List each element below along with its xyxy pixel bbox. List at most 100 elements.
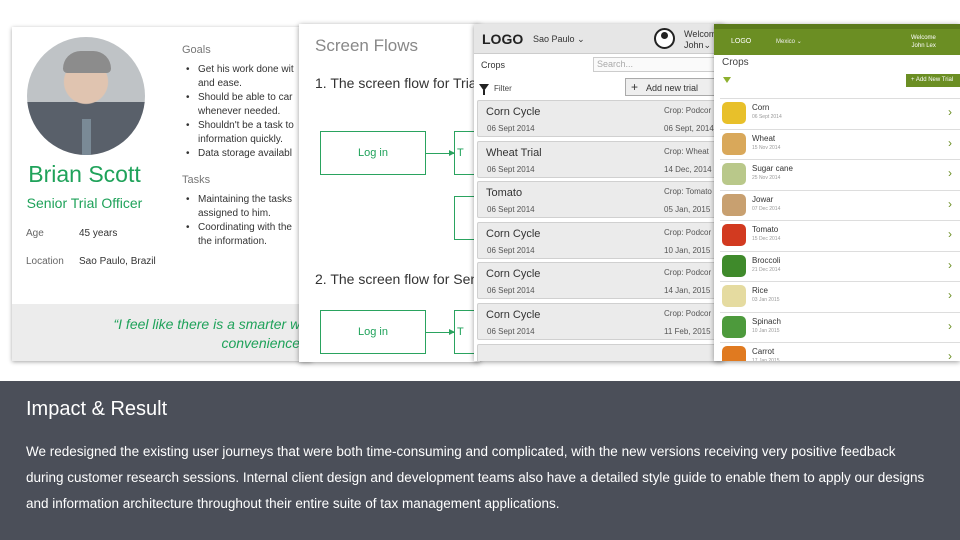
trial-title: Corn Cycle bbox=[486, 228, 541, 240]
trial-date-2: 10 Jan, 2015 bbox=[664, 246, 711, 255]
plus-icon: + bbox=[911, 77, 915, 83]
welcome-user: John bbox=[684, 40, 704, 50]
trial-date-2: 06 Sept, 2014 bbox=[664, 124, 714, 133]
trial-date: 06 Sept 2014 bbox=[487, 246, 535, 255]
city-selector[interactable]: Sao Paulo ⌄ bbox=[533, 34, 585, 45]
crop-name: Sugar cane bbox=[752, 164, 793, 173]
city-label: Sao Paulo bbox=[533, 34, 575, 44]
section-body: We redesigned the existing user journeys… bbox=[26, 444, 925, 511]
trial-row[interactable]: Wheat Trial 06 Sept 2014 Crop: Wheat 14 … bbox=[477, 141, 724, 178]
crop-name: Carrot bbox=[752, 347, 775, 356]
add-trial-label: Add New Trial bbox=[915, 77, 954, 83]
welcome-line-2[interactable]: John⌄ bbox=[684, 40, 716, 51]
search-input[interactable]: Search... bbox=[593, 57, 724, 72]
chevron-down-icon: ⌄ bbox=[796, 39, 802, 45]
trial-row[interactable] bbox=[477, 344, 724, 361]
crop-name: Corn bbox=[752, 103, 770, 112]
crop-list-item[interactable]: Broccoli 21 Dec 2014 › bbox=[720, 250, 960, 279]
flow-2-heading: 2. The screen flow for Sen bbox=[315, 271, 479, 287]
trial-date-2: 11 Feb, 2015 bbox=[664, 327, 711, 336]
crop-thumbnail bbox=[722, 224, 746, 246]
goal-item: Data storage availabl bbox=[184, 147, 312, 160]
goal-item: information quickly. bbox=[198, 134, 283, 145]
crop-list-item[interactable]: Jowar 07 Dec 2014 › bbox=[720, 189, 960, 218]
crop-thumbnail bbox=[722, 132, 746, 155]
crop-thumbnail bbox=[722, 102, 746, 124]
crop-date: 17 Jan 2015 bbox=[752, 358, 780, 361]
trial-row[interactable]: Corn Cycle 06 Sept 2014 Crop: Podcor 11 … bbox=[477, 303, 724, 340]
crop-date: 25 Nov 2014 bbox=[752, 175, 781, 181]
trial-crop: Crop: Podcor bbox=[664, 106, 712, 115]
chevron-right-icon: › bbox=[948, 135, 952, 150]
goal-item: and ease. bbox=[198, 78, 242, 89]
trial-row[interactable]: Corn Cycle 06 Sept 2014 Crop: Podcor 06 … bbox=[477, 100, 724, 137]
crop-thumbnail bbox=[722, 163, 746, 185]
crop-name: Broccoli bbox=[752, 255, 781, 265]
crop-thumbnail bbox=[722, 254, 746, 277]
flows-title: Screen Flows bbox=[315, 36, 418, 55]
chevron-right-icon: › bbox=[948, 196, 952, 211]
country-selector[interactable]: Mexico ⌄ bbox=[776, 38, 802, 45]
user-avatar-icon[interactable] bbox=[654, 28, 675, 49]
persona-quote: “I feel like there is a smarter wa conve… bbox=[12, 315, 312, 353]
impact-result-section: Impact & Result We redesigned the existi… bbox=[0, 381, 960, 540]
crop-list-item[interactable]: Spinach 10 Jan 2015 › bbox=[720, 311, 960, 340]
tablet-logo: LOGO bbox=[482, 31, 524, 47]
persona-role: Senior Trial Officer bbox=[26, 195, 143, 211]
crop-list-item[interactable]: Tomato 15 Dec 2014 › bbox=[720, 220, 960, 248]
crop-list-item[interactable]: Rice 03 Jan 2015 › bbox=[720, 281, 960, 309]
chevron-right-icon: › bbox=[948, 318, 952, 333]
quote-line-2: convenience, bbox=[221, 335, 304, 351]
trial-title: Tomato bbox=[486, 187, 523, 199]
age-value: 45 years bbox=[79, 228, 118, 239]
chevron-right-icon: › bbox=[948, 105, 952, 119]
trial-crop: Crop: Podcor bbox=[664, 309, 712, 318]
goal-item: Shouldn't be a task to bbox=[184, 119, 312, 132]
flow-arrow bbox=[426, 329, 455, 335]
trial-row[interactable]: Tomato 06 Sept 2014 Crop: Tomato 05 Jan,… bbox=[477, 181, 724, 218]
phone-crops-screen: LOGO Mexico ⌄ Welcome John Lex Crops + A… bbox=[714, 24, 960, 361]
crop-list-item[interactable]: Corn 06 Sept 2014 › bbox=[720, 98, 960, 126]
location-label: Location bbox=[26, 256, 64, 267]
goal-item: whenever needed. bbox=[198, 106, 281, 117]
crop-date: 15 Nov 2014 bbox=[752, 144, 781, 151]
filter-icon[interactable] bbox=[479, 84, 489, 95]
plus-icon: + bbox=[631, 80, 639, 94]
trial-date: 06 Sept 2014 bbox=[487, 165, 535, 174]
phone-welcome-line-1: Welcome bbox=[911, 35, 936, 41]
filter-icon[interactable] bbox=[723, 77, 731, 83]
goals-list: Get his work done wit and ease. Should b… bbox=[184, 63, 312, 161]
crop-list-item[interactable]: Sugar cane 25 Nov 2014 › bbox=[720, 159, 960, 187]
chevron-down-icon: ⌄ bbox=[577, 34, 585, 44]
trial-title: Corn Cycle bbox=[486, 106, 541, 118]
filter-label[interactable]: Filter bbox=[494, 84, 512, 93]
crop-date: 10 Jan 2015 bbox=[752, 327, 780, 334]
add-new-trial-button[interactable]: + Add new trial bbox=[625, 78, 724, 96]
welcome-line-1: Welcom bbox=[684, 29, 717, 39]
section-heading: Impact & Result bbox=[26, 398, 168, 420]
chevron-right-icon: › bbox=[948, 288, 952, 302]
crop-thumbnail bbox=[722, 346, 746, 361]
crop-name: Wheat bbox=[752, 133, 776, 143]
phone-welcome-user[interactable]: John Lex bbox=[911, 42, 936, 50]
trial-date-2: 14 Dec, 2014 bbox=[664, 165, 712, 174]
login-box-1: Log in bbox=[320, 131, 426, 175]
trial-date: 06 Sept 2014 bbox=[487, 286, 535, 295]
trial-row[interactable]: Corn Cycle 06 Sept 2014 Crop: Podcor 14 … bbox=[477, 262, 724, 299]
crop-date: 21 Dec 2014 bbox=[752, 266, 781, 273]
tablet-trials-screen: LOGO Sao Paulo ⌄ Welcom John⌄ Crops Sear… bbox=[474, 24, 724, 361]
phone-crops-heading: Crops bbox=[722, 57, 749, 68]
crop-list-item[interactable]: Wheat 15 Nov 2014 › bbox=[720, 128, 960, 157]
task-item: the information. bbox=[198, 236, 267, 247]
crop-date: 06 Sept 2014 bbox=[752, 114, 782, 120]
goal-item: Should be able to car bbox=[184, 91, 312, 104]
crop-list-item[interactable]: Carrot 17 Jan 2015 › bbox=[720, 342, 960, 361]
trial-crop: Crop: Wheat bbox=[664, 147, 709, 156]
trial-title: Corn Cycle bbox=[486, 309, 541, 321]
chevron-right-icon: › bbox=[948, 257, 952, 272]
country-label: Mexico bbox=[776, 39, 796, 45]
chevron-right-icon: › bbox=[948, 166, 952, 180]
flow-1-heading: 1. The screen flow for Tria bbox=[315, 75, 477, 91]
add-new-trial-button[interactable]: + Add New Trial bbox=[906, 74, 960, 87]
trial-row[interactable]: Corn Cycle 06 Sept 2014 Crop: Podcor 10 … bbox=[477, 222, 724, 259]
